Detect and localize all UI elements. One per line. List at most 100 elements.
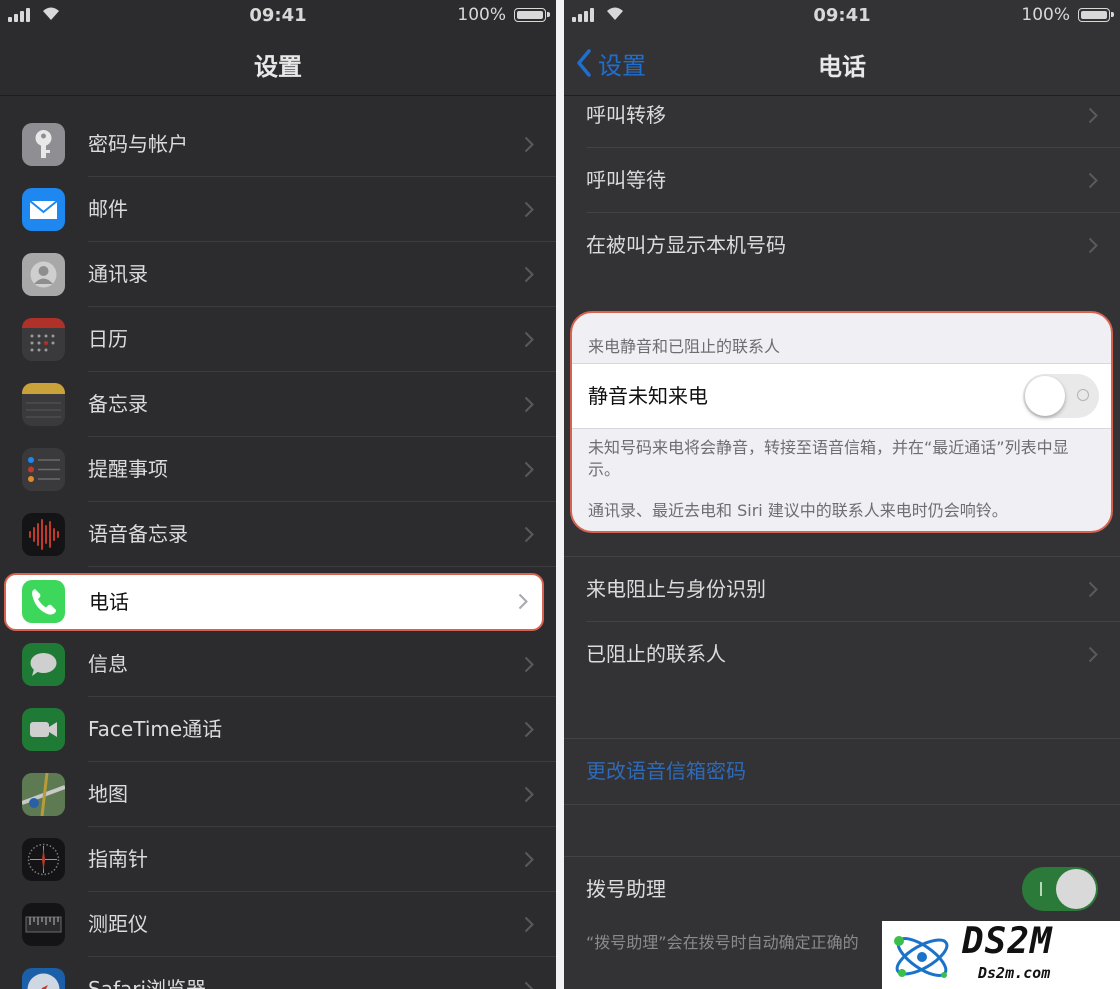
settings-item-label: 信息 <box>88 652 128 676</box>
settings-item-label: 密码与帐户 <box>88 132 188 156</box>
battery-percentage: 100% <box>457 5 506 25</box>
atom-logo-icon <box>894 936 949 978</box>
chevron-right-icon <box>1088 581 1098 598</box>
settings-item-label: 在被叫方显示本机号码 <box>586 233 786 257</box>
settings-item-facetime[interactable]: FaceTime通话 <box>0 697 556 762</box>
status-bar: 09:41 100% <box>0 0 556 32</box>
settings-item-label: 地图 <box>88 782 128 806</box>
chevron-right-icon <box>518 593 528 610</box>
settings-item-show-caller-id[interactable]: 在被叫方显示本机号码 <box>564 213 1120 278</box>
silence-unknown-callers-label: 静音未知来电 <box>588 384 708 408</box>
voice-memos-icon <box>22 513 65 556</box>
settings-item-mail[interactable]: 邮件 <box>0 177 556 242</box>
messages-icon <box>22 643 65 686</box>
settings-item-label: Safari浏览器 <box>88 977 207 989</box>
settings-item-label: 来电阻止与身份识别 <box>586 577 766 601</box>
settings-item-measure[interactable]: 测距仪 <box>0 892 556 957</box>
chevron-right-icon <box>524 786 534 803</box>
mail-icon <box>22 188 65 231</box>
settings-item-call-forwarding[interactable]: 呼叫转移 <box>564 83 1120 148</box>
chevron-right-icon <box>524 981 534 989</box>
battery-icon <box>514 8 550 22</box>
settings-item-blocked-contacts[interactable]: 已阻止的联系人 <box>564 622 1120 687</box>
settings-item-maps[interactable]: 地图 <box>0 762 556 827</box>
phone-icon <box>22 580 65 623</box>
section-header: 来电静音和已阻止的联系人 <box>588 337 781 356</box>
settings-item-phone[interactable]: 电话 <box>4 573 544 631</box>
settings-item-reminders[interactable]: 提醒事项 <box>0 437 556 502</box>
settings-item-label: 日历 <box>88 327 128 351</box>
chevron-right-icon <box>524 461 534 478</box>
settings-item-label: 语音备忘录 <box>88 522 188 546</box>
settings-item-label: 备忘录 <box>88 392 148 416</box>
blocking-list: 来电阻止与身份识别 已阻止的联系人 <box>564 556 1120 687</box>
settings-item-voice-memos[interactable]: 语音备忘录 <box>0 502 556 567</box>
dial-assist-section: 拨号助理 <box>564 856 1120 922</box>
status-bar: 09:41 100% <box>564 0 1120 32</box>
voicemail-section: 更改语音信箱密码 <box>564 738 1120 805</box>
contacts-icon <box>22 253 65 296</box>
settings-item-label: 呼叫转移 <box>586 103 666 127</box>
chevron-right-icon <box>524 136 534 153</box>
battery-icon <box>1078 8 1114 22</box>
dial-assist-footer: “拨号助理”会在拨号时自动确定正确的 <box>586 933 859 952</box>
chevron-right-icon <box>524 201 534 218</box>
chevron-right-icon <box>524 396 534 413</box>
key-icon <box>22 123 65 166</box>
maps-icon <box>22 773 65 816</box>
chevron-right-icon <box>1088 237 1098 254</box>
settings-item-label: 邮件 <box>88 197 128 221</box>
settings-item-contacts[interactable]: 通讯录 <box>0 242 556 307</box>
settings-item-label: 提醒事项 <box>88 457 168 481</box>
settings-item-label: 电话 <box>89 590 129 614</box>
compass-icon <box>22 838 65 881</box>
settings-item-calendar[interactable]: 日历 <box>0 307 556 372</box>
settings-item-label: 呼叫等待 <box>586 168 666 192</box>
silence-unknown-callers-row: 静音未知来电 <box>572 363 1111 429</box>
navigation-bar: 设置 <box>0 32 556 96</box>
section-footer-note: 通讯录、最近去电和 Siri 建议中的联系人来电时仍会响铃。 <box>588 501 1008 520</box>
screen-divider <box>556 0 564 989</box>
settings-item-label: FaceTime通话 <box>88 717 223 741</box>
settings-item-label: 测距仪 <box>88 912 148 936</box>
settings-item-passwords[interactable]: 密码与帐户 <box>0 112 556 177</box>
chevron-right-icon <box>524 656 534 673</box>
settings-item-safari[interactable]: Safari浏览器 <box>0 957 556 989</box>
settings-item-compass[interactable]: 指南针 <box>0 827 556 892</box>
watermark-logo: DS2M Ds2m.com <box>882 921 1120 989</box>
phone-settings-screen: 09:41 100% 设置 电话 呼叫转移 呼叫等待 在被叫方显示本机号码 来电… <box>564 0 1120 989</box>
safari-icon <box>22 968 65 989</box>
chevron-right-icon <box>524 721 534 738</box>
settings-item-label: 通讯录 <box>88 262 148 286</box>
chevron-right-icon <box>1088 107 1098 124</box>
dial-assist-toggle[interactable] <box>1022 867 1098 911</box>
settings-item-messages[interactable]: 信息 <box>0 632 556 697</box>
dial-assist-label: 拨号助理 <box>586 877 666 901</box>
chevron-right-icon <box>524 851 534 868</box>
settings-item-label: 指南针 <box>88 847 148 871</box>
change-voicemail-password-link[interactable]: 更改语音信箱密码 <box>586 739 746 804</box>
notes-icon <box>22 383 65 426</box>
silence-unknown-callers-toggle[interactable] <box>1023 374 1099 418</box>
silence-unknown-callers-section: 来电静音和已阻止的联系人 静音未知来电 未知号码来电将会静音，转接至语音信箱，并… <box>570 311 1113 533</box>
watermark-brand: DS2M <box>962 921 1053 962</box>
reminders-icon <box>22 448 65 491</box>
chevron-right-icon <box>524 266 534 283</box>
page-title: 设置 <box>254 53 302 81</box>
settings-screen: 09:41 100% 设置 密码与帐户 邮件 通讯录 日历 备忘录 提醒事项 语… <box>0 0 556 989</box>
chevron-right-icon <box>524 916 534 933</box>
chevron-right-icon <box>1088 172 1098 189</box>
facetime-icon <box>22 708 65 751</box>
chevron-right-icon <box>524 331 534 348</box>
settings-item-call-blocking[interactable]: 来电阻止与身份识别 <box>564 557 1120 622</box>
settings-list: 密码与帐户 邮件 通讯录 日历 备忘录 提醒事项 语音备忘录 信息 FaceTi… <box>0 112 556 989</box>
settings-item-notes[interactable]: 备忘录 <box>0 372 556 437</box>
calendar-icon <box>22 318 65 361</box>
chevron-right-icon <box>1088 646 1098 663</box>
measure-icon <box>22 903 65 946</box>
watermark-site: Ds2m.com <box>978 964 1051 982</box>
settings-item-call-waiting[interactable]: 呼叫等待 <box>564 148 1120 213</box>
page-title: 电话 <box>818 53 866 81</box>
call-settings-list: 呼叫转移 呼叫等待 在被叫方显示本机号码 <box>564 83 1120 278</box>
section-footer-description: 未知号码来电将会静音，转接至语音信箱，并在“最近通话”列表中显示。 <box>588 438 1069 479</box>
